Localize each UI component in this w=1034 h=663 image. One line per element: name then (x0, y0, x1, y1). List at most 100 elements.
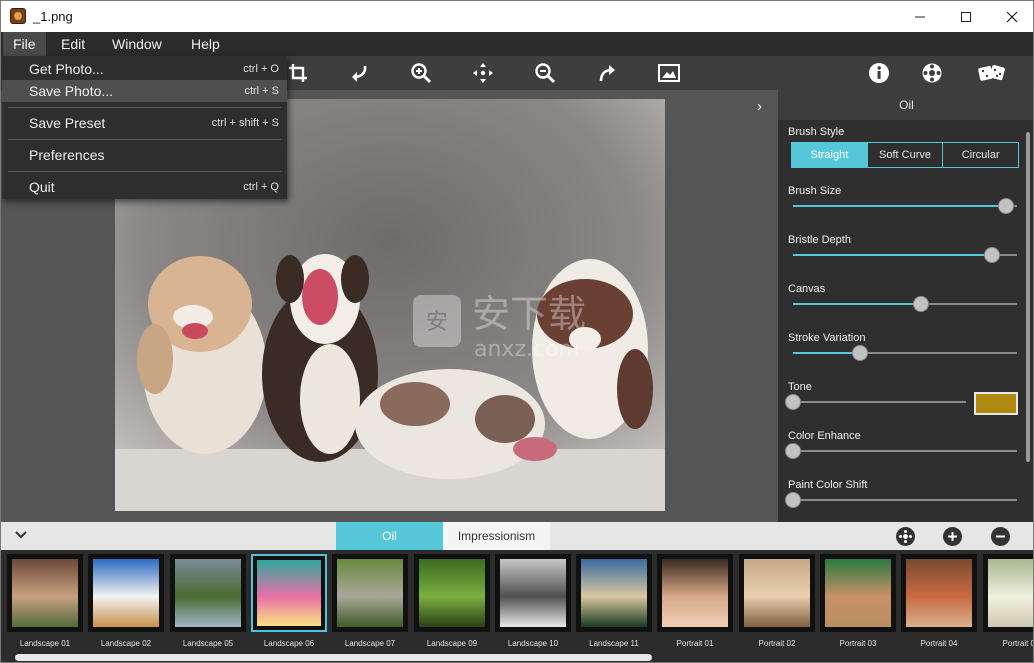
strip-scrollbar[interactable] (15, 654, 652, 661)
minimize-icon (915, 16, 925, 17)
bristle-depth-slider[interactable] (793, 247, 1017, 263)
fit-image-icon (658, 64, 680, 82)
canvas-slider[interactable] (793, 296, 1017, 312)
thumbnail-label: Landscape 10 (507, 639, 559, 648)
menu-item-save-preset[interactable]: Save Preset ctrl + shift + S (2, 112, 287, 134)
tone-slider[interactable] (785, 394, 966, 410)
maximize-button[interactable] (943, 1, 989, 32)
add-preset-button[interactable] (943, 527, 962, 546)
app-icon (10, 8, 26, 24)
window-title: _1.png (33, 9, 73, 24)
maximize-icon (961, 11, 971, 22)
menu-item-quit[interactable]: Quit ctrl + Q (2, 176, 287, 198)
preset-thumbnail[interactable] (657, 554, 733, 632)
undo-icon (352, 65, 367, 82)
close-icon (1006, 11, 1018, 22)
stroke-variation-label: Stroke Variation (788, 332, 866, 344)
preset-thumbnail[interactable] (414, 554, 490, 632)
close-button[interactable] (989, 1, 1033, 32)
preset-thumbnail[interactable] (576, 554, 652, 632)
undo-button[interactable] (345, 59, 373, 87)
preset-thumbnail[interactable] (739, 554, 815, 632)
slider-knob[interactable] (852, 345, 868, 361)
thumbnail-label: Landscape 09 (426, 639, 478, 648)
zoom-out-button[interactable] (531, 59, 559, 87)
redo-icon (599, 65, 615, 82)
menu-bar: File Edit Window Help (1, 32, 1033, 56)
preset-thumbnail[interactable] (495, 554, 571, 632)
thumbnail-image (825, 559, 891, 627)
crop-button[interactable] (284, 59, 312, 87)
zoom-in-icon (411, 63, 432, 84)
color-enhance-slider[interactable] (785, 443, 1017, 459)
slider-knob[interactable] (785, 492, 801, 508)
menu-file[interactable]: File (3, 32, 46, 56)
title-bar: _1.png (1, 1, 1033, 32)
thumbnail-label: Portrait 02 (758, 639, 796, 648)
thumbnail-label: Landscape 02 (100, 639, 152, 648)
thumbnail-label: Landscape 05 (182, 639, 234, 648)
menu-item-save-photo[interactable]: Save Photo... ctrl + S (2, 80, 287, 102)
thumbnail-label: Landscape 01 (19, 639, 71, 648)
thumbnail-label: Portrait 03 (839, 639, 877, 648)
thumbnail-image (12, 559, 78, 627)
settings-icon (922, 63, 942, 83)
slider-knob[interactable] (998, 198, 1014, 214)
redo-button[interactable] (593, 59, 621, 87)
slider-knob[interactable] (913, 296, 929, 312)
slider-knob[interactable] (785, 443, 801, 459)
panel-title: Oil (778, 90, 1033, 120)
bristle-depth-label: Bristle Depth (788, 234, 851, 246)
brush-style-straight[interactable]: Straight (792, 143, 868, 167)
brush-style-soft-curve[interactable]: Soft Curve (868, 143, 944, 167)
chevron-down-icon (15, 531, 27, 539)
effect-settings-panel: Oil Brush Style Straight Soft Curve Circ… (778, 90, 1033, 522)
move-icon (473, 63, 493, 83)
brush-style-circular[interactable]: Circular (943, 143, 1018, 167)
menu-edit[interactable]: Edit (51, 32, 95, 56)
minimize-button[interactable] (897, 1, 943, 32)
preset-thumbnail[interactable] (251, 554, 327, 632)
thumbnail-image (662, 559, 728, 627)
preset-settings-button[interactable] (896, 527, 915, 546)
slider-knob[interactable] (984, 247, 1000, 263)
remove-icon (996, 535, 1005, 538)
crop-icon (289, 64, 307, 82)
svg-text:安: 安 (426, 310, 448, 335)
preset-thumbnail[interactable] (901, 554, 977, 632)
preset-thumbnail[interactable] (332, 554, 408, 632)
color-enhance-label: Color Enhance (788, 430, 861, 442)
tone-color-swatch[interactable] (974, 392, 1018, 415)
panel-toggle-button[interactable]: › (757, 98, 762, 115)
remove-preset-button[interactable] (991, 527, 1010, 546)
menu-item-get-photo[interactable]: Get Photo... ctrl + O (2, 58, 287, 80)
preset-thumbnail-strip: Landscape 01 Landscape 02 Landscape 05 Land… (1, 550, 1033, 662)
fit-image-button[interactable] (655, 59, 683, 87)
menu-help[interactable]: Help (181, 32, 230, 56)
preset-thumbnail[interactable] (7, 554, 83, 632)
preset-thumbnail[interactable] (88, 554, 164, 632)
stroke-variation-slider[interactable] (793, 345, 1017, 361)
thumbnail-label: Portrait 04 (920, 639, 958, 648)
menu-window[interactable]: Window (102, 32, 172, 56)
tab-impressionism[interactable]: Impressionism (443, 522, 550, 550)
collapse-strip-button[interactable] (15, 527, 27, 543)
thumbnail-image (93, 559, 159, 627)
preset-thumbnail[interactable] (983, 554, 1033, 632)
slider-knob[interactable] (785, 394, 801, 410)
settings-button[interactable] (918, 59, 946, 87)
info-button[interactable] (865, 59, 893, 87)
paint-color-shift-slider[interactable] (785, 492, 1017, 508)
preset-thumbnail[interactable] (170, 554, 246, 632)
brush-size-slider[interactable] (793, 198, 1017, 214)
random-dice-icon (978, 65, 1005, 81)
preset-thumbnail[interactable] (820, 554, 896, 632)
zoom-out-icon (535, 63, 556, 84)
menu-item-preferences[interactable]: Preferences (2, 144, 287, 166)
move-button[interactable] (469, 59, 497, 87)
tab-oil[interactable]: Oil (336, 522, 443, 550)
thumbnail-image (500, 559, 566, 627)
random-button[interactable] (976, 59, 1008, 87)
zoom-in-button[interactable] (407, 59, 435, 87)
panel-scrollbar[interactable] (1026, 132, 1030, 462)
